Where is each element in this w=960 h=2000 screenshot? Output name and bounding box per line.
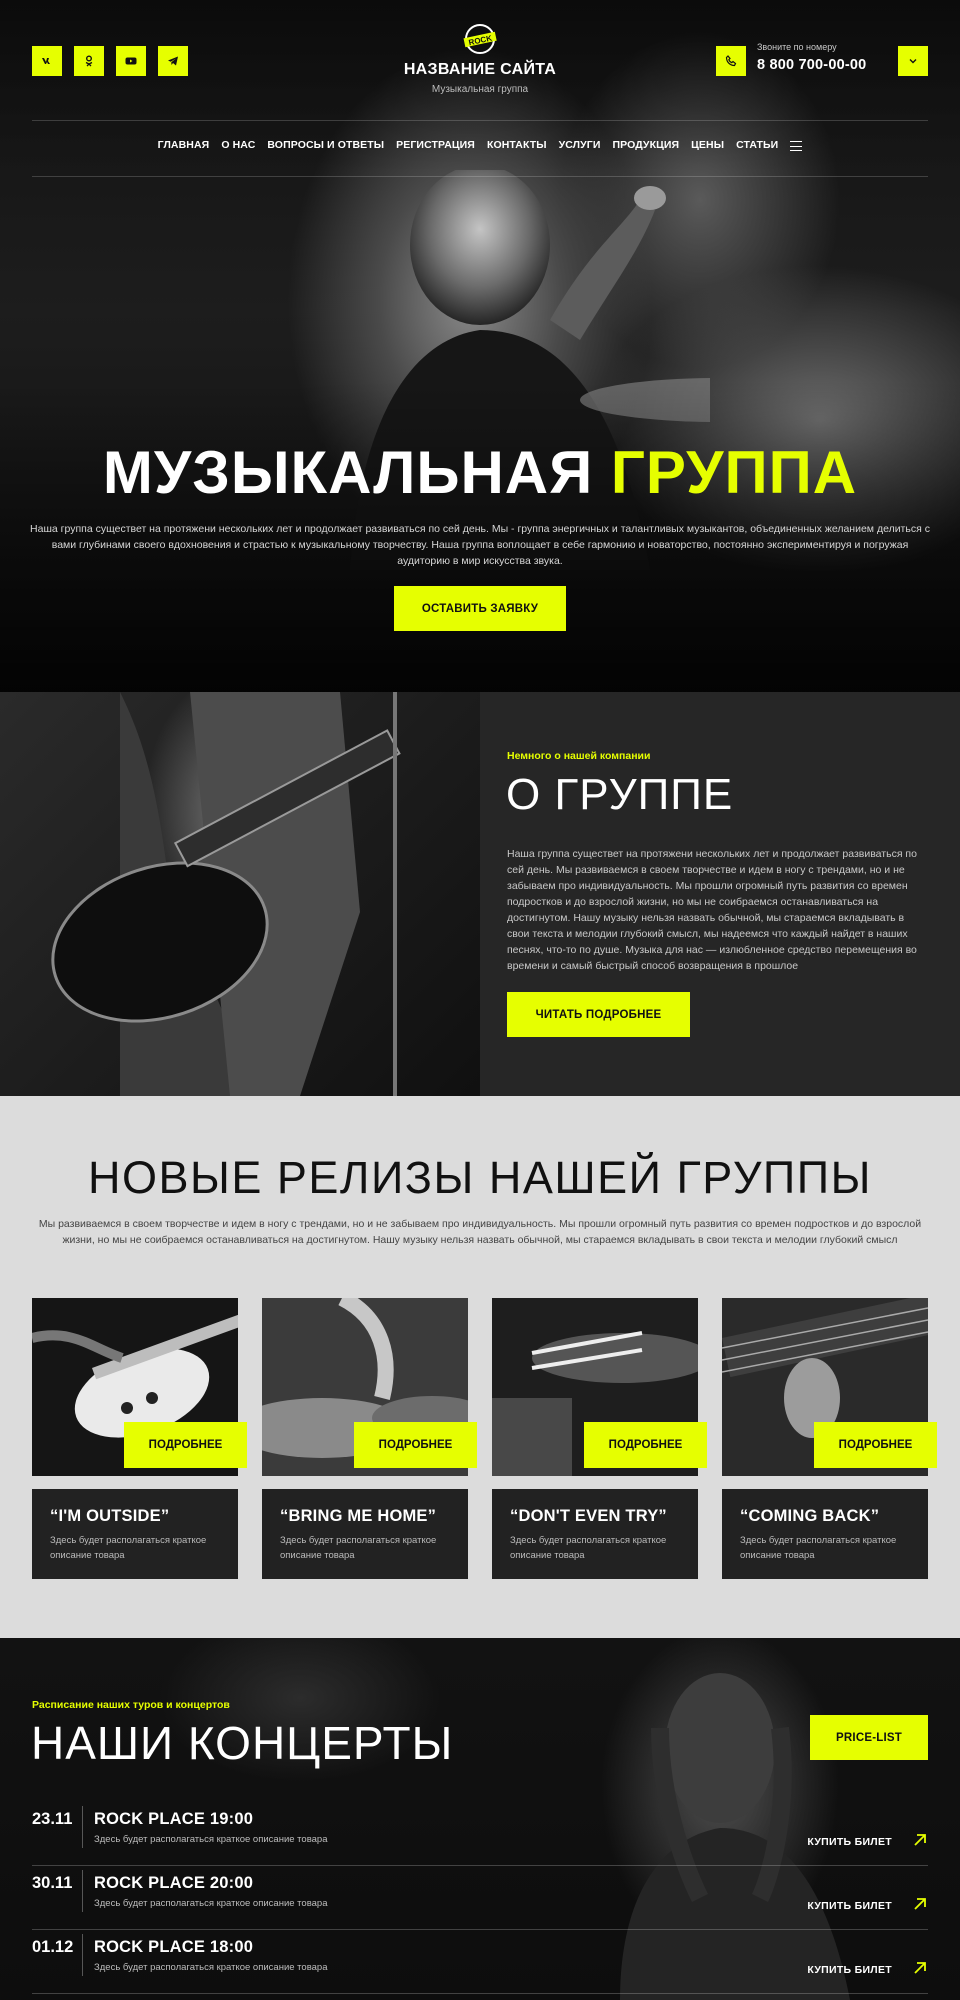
- price-list-button[interactable]: PRICE-LIST: [810, 1715, 928, 1760]
- site-header: ROCK НАЗВАНИЕ САЙТА Музыкальная группа З…: [0, 0, 960, 120]
- arrow-up-right-icon[interactable]: [912, 1896, 928, 1912]
- nav-item-services[interactable]: УСЛУГИ: [559, 139, 601, 151]
- concert-name: ROCK PLACE 18:00: [94, 1938, 254, 1956]
- concert-date: 30.11: [32, 1874, 73, 1892]
- concert-row: 01.12 ROCK PLACE 18:00 Здесь будет распо…: [32, 1930, 928, 1994]
- concert-name: ROCK PLACE 19:00: [94, 1810, 254, 1828]
- buy-ticket-link[interactable]: КУПИТЬ БИЛЕТ: [807, 1900, 892, 1912]
- telegram-icon[interactable]: [158, 46, 188, 76]
- arrow-up-right-icon[interactable]: [912, 1960, 928, 1976]
- release-title: “BRING ME HOME”: [280, 1507, 437, 1525]
- about-kicker: Немного о нашей компании: [507, 750, 651, 762]
- release-desc: Здесь будет располагаться краткое описан…: [510, 1535, 667, 1561]
- about-text: Наша группа существет на протяжени неско…: [507, 848, 917, 972]
- releases-title: НОВЫЕ РЕЛИЗЫ НАШЕЙ ГРУППЫ: [88, 1152, 872, 1203]
- youtube-icon[interactable]: [116, 46, 146, 76]
- release-more-button[interactable]: ПОДРОБНЕЕ: [814, 1422, 937, 1468]
- concert-row: 30.11 ROCK PLACE 20:00 Здесь будет распо…: [32, 1866, 928, 1930]
- hero-title-accent: ГРУППА: [610, 439, 858, 506]
- logo-text: ROCK: [468, 34, 493, 48]
- menu-icon[interactable]: [790, 141, 803, 151]
- concert-date: 01.12: [32, 1938, 74, 1956]
- rock-logo[interactable]: ROCK: [460, 22, 500, 56]
- nav-item-home[interactable]: ГЛАВНАЯ: [158, 139, 210, 151]
- release-title: “DON'T EVEN TRY”: [510, 1507, 667, 1525]
- release-card[interactable]: “COMING BACK” Здесь будет располагаться …: [722, 1489, 928, 1579]
- hero-description: Наша группа существет на протяжени неско…: [30, 523, 930, 567]
- release-desc: Здесь будет располагаться краткое описан…: [740, 1535, 897, 1561]
- concerts-title: НАШИ КОНЦЕРТЫ: [31, 1717, 454, 1769]
- release-title: “I'M OUTSIDE”: [50, 1507, 170, 1525]
- buy-ticket-link[interactable]: КУПИТЬ БИЛЕТ: [807, 1836, 892, 1848]
- concert-desc: Здесь будет располагаться краткое описан…: [94, 1962, 328, 1973]
- nav-item-about[interactable]: О НАС: [221, 139, 255, 151]
- hero-title-main: МУЗЫКАЛЬНАЯ: [102, 439, 594, 506]
- odnoklassniki-icon[interactable]: [74, 46, 104, 76]
- chevron-down-icon[interactable]: [898, 46, 928, 76]
- concert-row: 23.11 ROCK PLACE 19:00 Здесь будет распо…: [32, 1802, 928, 1866]
- nav-item-contacts[interactable]: КОНТАКТЫ: [487, 139, 547, 151]
- releases-text: Мы развиваемся в своем творчестве и идем…: [38, 1218, 922, 1246]
- nav-item-products[interactable]: ПРОДУКЦИЯ: [612, 139, 679, 151]
- release-card[interactable]: “BRING ME HOME” Здесь будет располагатьс…: [262, 1489, 468, 1579]
- release-title: “COMING BACK”: [740, 1507, 880, 1525]
- main-nav: ГЛАВНАЯ О НАС ВОПРОСЫ И ОТВЕТЫ РЕГИСТРАЦ…: [0, 139, 960, 151]
- phone-number[interactable]: 8 800 700-00-00: [757, 57, 866, 73]
- site-subtitle: Музыкальная группа: [431, 84, 529, 95]
- phone-icon[interactable]: [716, 46, 746, 76]
- nav-item-faq[interactable]: ВОПРОСЫ И ОТВЕТЫ: [267, 139, 384, 151]
- site-title[interactable]: НАЗВАНИЕ САЙТА: [330, 61, 630, 79]
- release-more-button[interactable]: ПОДРОБНЕЕ: [584, 1422, 707, 1468]
- read-more-button[interactable]: ЧИТАТЬ ПОДРОБНЕЕ: [507, 992, 690, 1037]
- nav-item-articles[interactable]: СТАТЬИ: [736, 139, 778, 151]
- nav-item-prices[interactable]: ЦЕНЫ: [691, 139, 724, 151]
- release-card[interactable]: “I'M OUTSIDE” Здесь будет располагаться …: [32, 1489, 238, 1579]
- divider: [32, 176, 928, 177]
- concert-desc: Здесь будет располагаться краткое описан…: [94, 1898, 328, 1909]
- release-card[interactable]: “DON'T EVEN TRY” Здесь будет располагать…: [492, 1489, 698, 1579]
- nav-item-registration[interactable]: РЕГИСТРАЦИЯ: [396, 139, 475, 151]
- concert-name: ROCK PLACE 20:00: [94, 1874, 254, 1892]
- about-title: О ГРУППЕ: [506, 770, 734, 819]
- hero-title: МУЗЫКАЛЬНАЯ ГРУППА: [0, 440, 960, 506]
- buy-ticket-link[interactable]: КУПИТЬ БИЛЕТ: [807, 1964, 892, 1976]
- vk-icon[interactable]: [32, 46, 62, 76]
- concert-date: 23.11: [32, 1810, 73, 1828]
- request-button[interactable]: ОСТАВИТЬ ЗАЯВКУ: [394, 586, 566, 631]
- release-more-button[interactable]: ПОДРОБНЕЕ: [124, 1422, 247, 1468]
- concerts-kicker: Расписание наших туров и концертов: [32, 1699, 230, 1711]
- release-desc: Здесь будет располагаться краткое описан…: [280, 1535, 437, 1561]
- about-guitarist-photo: [0, 692, 480, 1096]
- phone-label: Звоните по номеру: [757, 42, 837, 52]
- release-more-button[interactable]: ПОДРОБНЕЕ: [354, 1422, 477, 1468]
- divider: [32, 120, 928, 121]
- release-desc: Здесь будет располагаться краткое описан…: [50, 1535, 207, 1561]
- concert-desc: Здесь будет располагаться краткое описан…: [94, 1834, 328, 1845]
- arrow-up-right-icon[interactable]: [912, 1832, 928, 1848]
